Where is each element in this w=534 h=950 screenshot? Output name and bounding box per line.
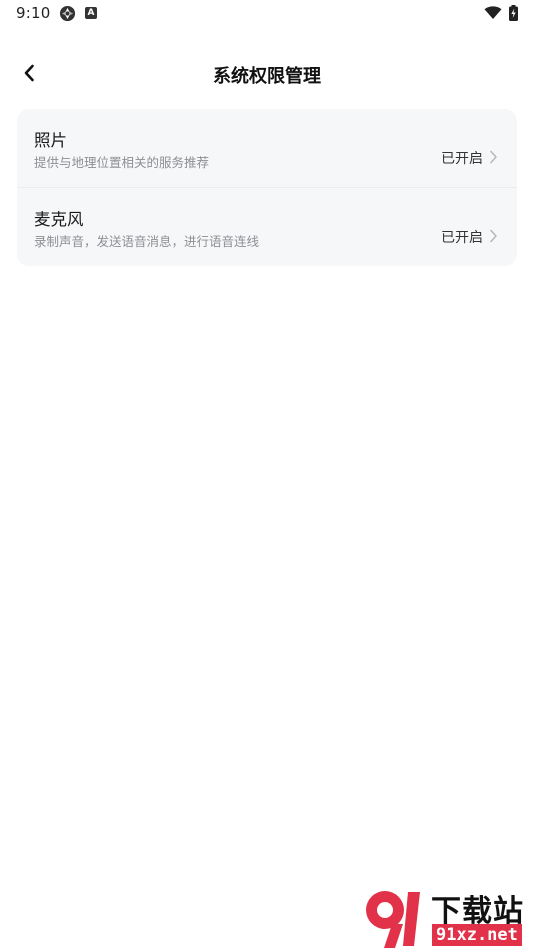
page-title: 系统权限管理 <box>213 66 321 87</box>
permission-title: 照片 <box>34 131 67 150</box>
chevron-right-icon <box>490 229 497 243</box>
permission-row-microphone[interactable]: 麦克风 录制声音，发送语音消息，进行语音连线 已开启 <box>17 187 517 266</box>
status-bar: 9:10 A <box>0 0 534 28</box>
permission-status: 已开启 <box>441 230 483 246</box>
status-time: 9:10 <box>16 4 51 22</box>
watermark: 下载站 91xz.net <box>362 884 534 950</box>
permission-description: 录制声音，发送语音消息，进行语音连线 <box>34 234 260 249</box>
chevron-right-icon <box>490 150 497 164</box>
permission-title: 麦克风 <box>34 210 84 229</box>
watermark-text-en: 91xz.net <box>432 924 522 946</box>
permission-description: 提供与地理位置相关的服务推荐 <box>34 155 210 170</box>
wifi-icon <box>484 6 502 19</box>
a-badge-icon: A <box>85 7 97 19</box>
permissions-card: 照片 提供与地理位置相关的服务推荐 已开启 麦克风 录制声音，发送语音消息，进行… <box>17 109 517 266</box>
watermark-logo-icon <box>366 891 420 948</box>
header: 系统权限管理 <box>0 50 534 96</box>
permission-status: 已开启 <box>441 151 483 167</box>
aperture-icon <box>59 5 76 22</box>
battery-charging-icon <box>509 5 518 21</box>
permission-row-photos[interactable]: 照片 提供与地理位置相关的服务推荐 已开启 <box>17 109 517 187</box>
